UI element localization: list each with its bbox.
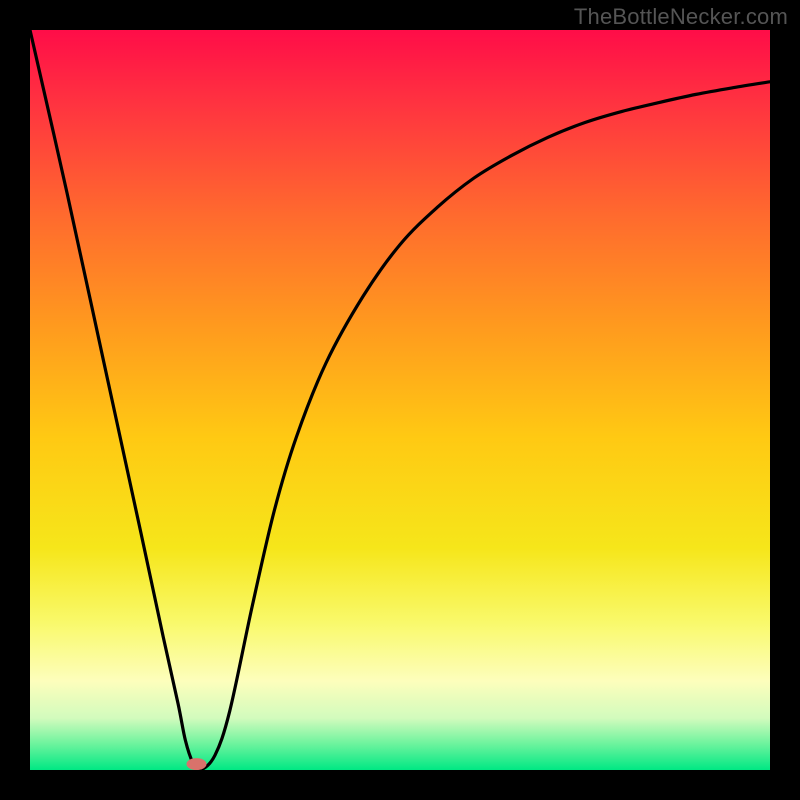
watermark-text: TheBottleNecker.com <box>574 4 788 30</box>
minimum-marker <box>187 758 207 770</box>
chart-svg <box>30 30 770 770</box>
plot-area <box>30 30 770 770</box>
chart-frame: TheBottleNecker.com <box>0 0 800 800</box>
gradient-background <box>30 30 770 770</box>
